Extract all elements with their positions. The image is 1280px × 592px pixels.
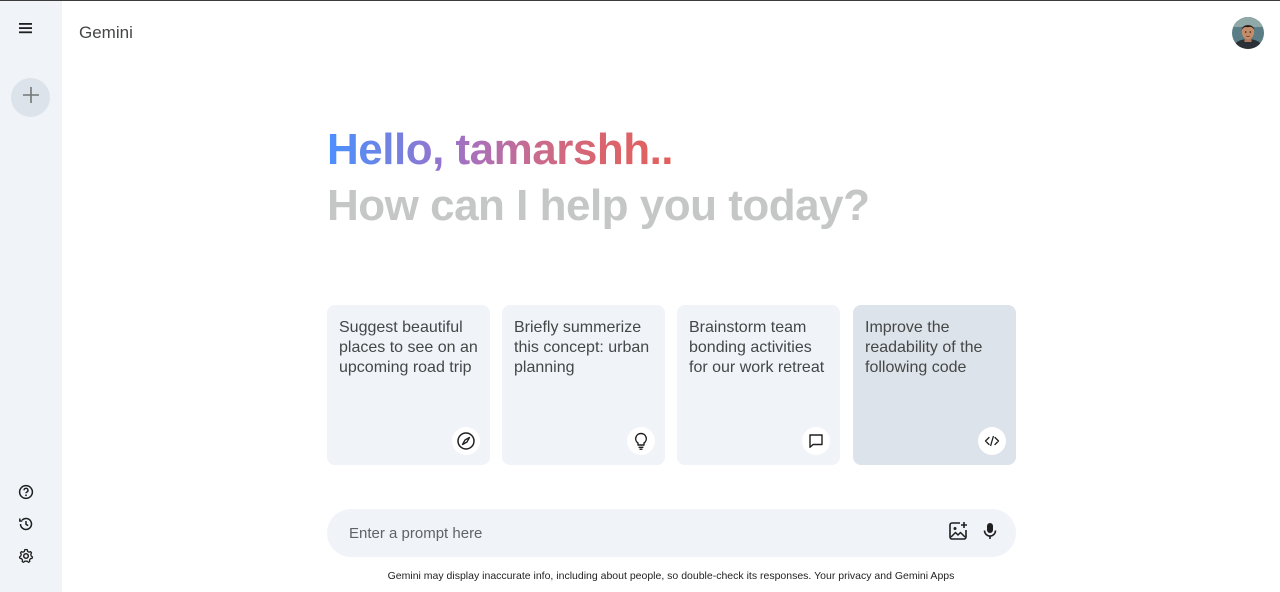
suggestion-text: Briefly summerize this concept: urban pl… <box>514 319 650 376</box>
upload-image-button[interactable] <box>946 521 970 545</box>
history-icon <box>18 516 34 537</box>
menu-icon <box>19 21 33 39</box>
new-chat-button[interactable] <box>11 78 50 117</box>
suggestion-text: Improve the readability of the following… <box>865 319 983 376</box>
suggestion-text: Suggest beautiful places to see on an up… <box>339 319 478 376</box>
sidebar <box>0 1 62 592</box>
privacy-link[interactable]: Your privacy and Gemini Apps <box>814 570 954 582</box>
suggestion-card-urban-planning[interactable]: Briefly summerize this concept: urban pl… <box>502 305 665 465</box>
add-image-icon <box>947 520 969 547</box>
account-avatar[interactable] <box>1232 17 1264 49</box>
main-menu-button[interactable] <box>10 14 42 46</box>
code-icon <box>978 427 1006 455</box>
plus-icon <box>21 85 41 110</box>
settings-button[interactable] <box>14 546 38 570</box>
suggestion-card-team-bonding[interactable]: Brainstorm team bonding activities for o… <box>677 305 840 465</box>
suggestion-text: Brainstorm team bonding activities for o… <box>689 319 825 376</box>
microphone-icon <box>981 521 999 546</box>
suggestion-card-road-trip[interactable]: Suggest beautiful places to see on an up… <box>327 305 490 465</box>
help-button[interactable] <box>14 482 38 506</box>
window-top-border <box>0 0 1280 1</box>
prompt-bar <box>327 509 1016 557</box>
prompt-input[interactable] <box>349 521 929 545</box>
chat-bubble-icon <box>802 427 830 455</box>
microphone-button[interactable] <box>978 521 1002 545</box>
gear-icon <box>18 548 34 569</box>
activity-button[interactable] <box>14 514 38 538</box>
suggestion-card-code-readability[interactable]: Improve the readability of the following… <box>853 305 1016 465</box>
help-icon <box>18 484 34 505</box>
greeting-hello: Hello, tamarshh.. <box>327 125 674 174</box>
greeting-subtitle: How can I help you today? <box>327 181 870 230</box>
disclaimer-text: Gemini may display inaccurate info, incl… <box>387 570 812 582</box>
compass-icon <box>452 427 480 455</box>
disclaimer: Gemini may display inaccurate info, incl… <box>0 570 1280 582</box>
lightbulb-icon <box>627 427 655 455</box>
app-title[interactable]: Gemini <box>79 23 133 43</box>
